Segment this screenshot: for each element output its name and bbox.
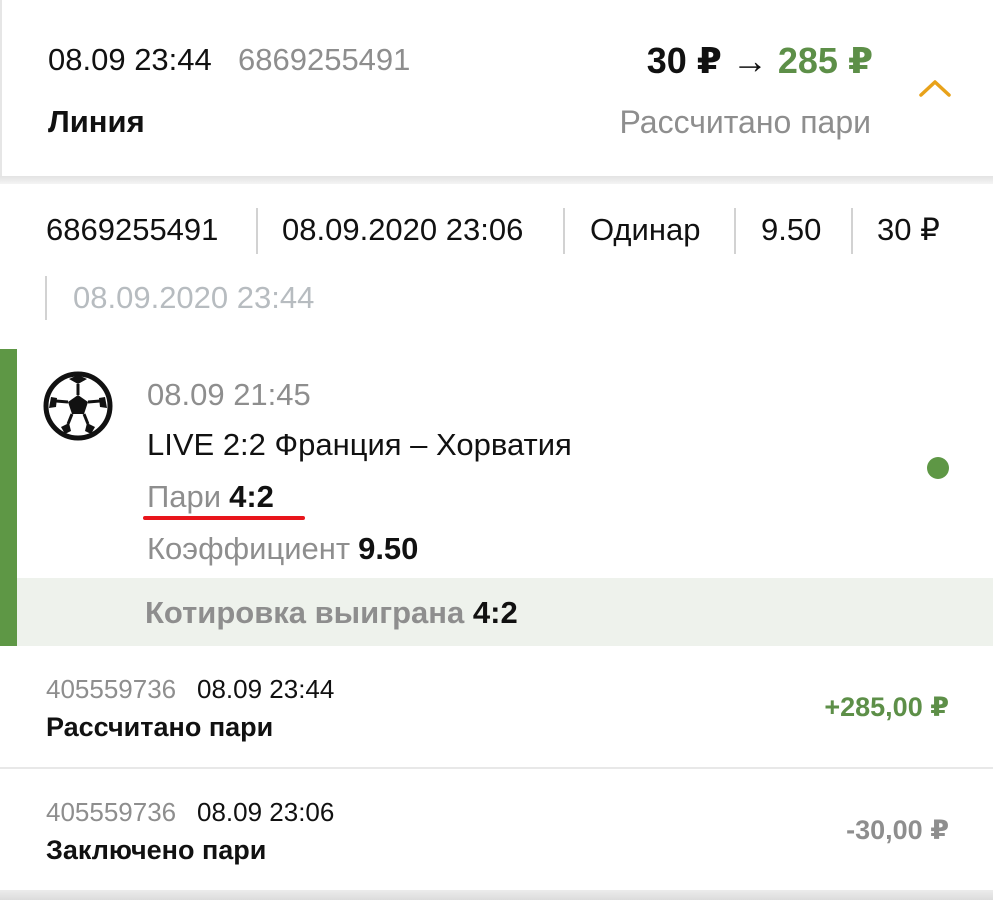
result-band: Котировка выиграна 4:2 xyxy=(17,578,993,646)
bet-amount: 30 ₽ → 285 ₽ xyxy=(647,40,873,82)
divider xyxy=(45,276,47,320)
bet-date: 08.09 23:44 xyxy=(48,42,212,77)
transaction-row[interactable]: 405559736 08.09 23:44 Рассчитано пари +2… xyxy=(0,646,993,768)
bet-summary-header[interactable]: 08.09 23:44 6869255491 Линия 30 ₽ → 285 … xyxy=(0,0,993,178)
transaction-title: Рассчитано пари xyxy=(46,712,274,742)
highlight-underline xyxy=(143,516,305,520)
result-text: Котировка выиграна 4:2 xyxy=(145,595,518,631)
result-value: 4:2 xyxy=(472,595,518,630)
coef-label: Коэффициент xyxy=(147,531,351,566)
divider xyxy=(851,208,853,254)
transaction-id: 405559736 xyxy=(46,797,177,827)
divider xyxy=(734,208,736,254)
stake-amount: 30 ₽ xyxy=(646,40,722,81)
pick-value: 4:2 xyxy=(229,479,274,514)
bet-type: Линия xyxy=(48,104,145,139)
bet-details: 6869255491 08.09.2020 23:06 Одинар 9.50 … xyxy=(0,184,993,350)
transaction-time: 08.09 23:06 xyxy=(197,797,335,827)
result-label: Котировка выиграна xyxy=(145,595,465,630)
pick-label: Пари xyxy=(147,479,222,514)
transaction-title: Заключено пари xyxy=(46,835,267,865)
chevron-up-icon[interactable] xyxy=(918,78,952,98)
divider xyxy=(0,176,993,184)
transaction-id: 405559736 xyxy=(46,674,177,704)
bet-status: Рассчитано пари xyxy=(619,104,871,140)
details-settled: 08.09.2020 23:44 xyxy=(73,280,315,315)
arrow-icon: → xyxy=(731,40,768,81)
event-pick: Пари 4:2 xyxy=(147,479,274,515)
transaction-time: 08.09 23:44 xyxy=(197,674,335,704)
transaction-amount: +285,00 ₽ xyxy=(824,692,949,722)
soccer-ball-icon xyxy=(43,371,113,441)
details-bet-id: 6869255491 xyxy=(46,212,219,247)
event-title[interactable]: LIVE 2:2 Франция – Хорватия xyxy=(147,427,572,463)
details-stake: 30 ₽ xyxy=(877,212,940,247)
status-bar xyxy=(0,349,17,646)
event-coefficient: Коэффициент 9.50 xyxy=(147,531,418,567)
payout-amount: 285 ₽ xyxy=(777,40,873,81)
details-created: 08.09.2020 23:06 xyxy=(282,212,524,247)
transaction-row[interactable]: 405559736 08.09 23:06 Заключено пари -30… xyxy=(0,769,993,891)
status-dot xyxy=(927,457,949,479)
divider xyxy=(563,208,565,254)
event-time: 08.09 21:45 xyxy=(147,377,311,412)
details-odds: 9.50 xyxy=(761,212,822,247)
divider xyxy=(256,208,258,254)
event-card[interactable]: 08.09 21:45 LIVE 2:2 Франция – Хорватия … xyxy=(0,349,993,646)
divider xyxy=(0,890,993,900)
coef-value: 9.50 xyxy=(358,531,419,566)
transaction-amount: -30,00 ₽ xyxy=(846,815,949,845)
details-bet-kind: Одинар xyxy=(590,212,701,247)
bet-id: 6869255491 xyxy=(238,42,411,77)
